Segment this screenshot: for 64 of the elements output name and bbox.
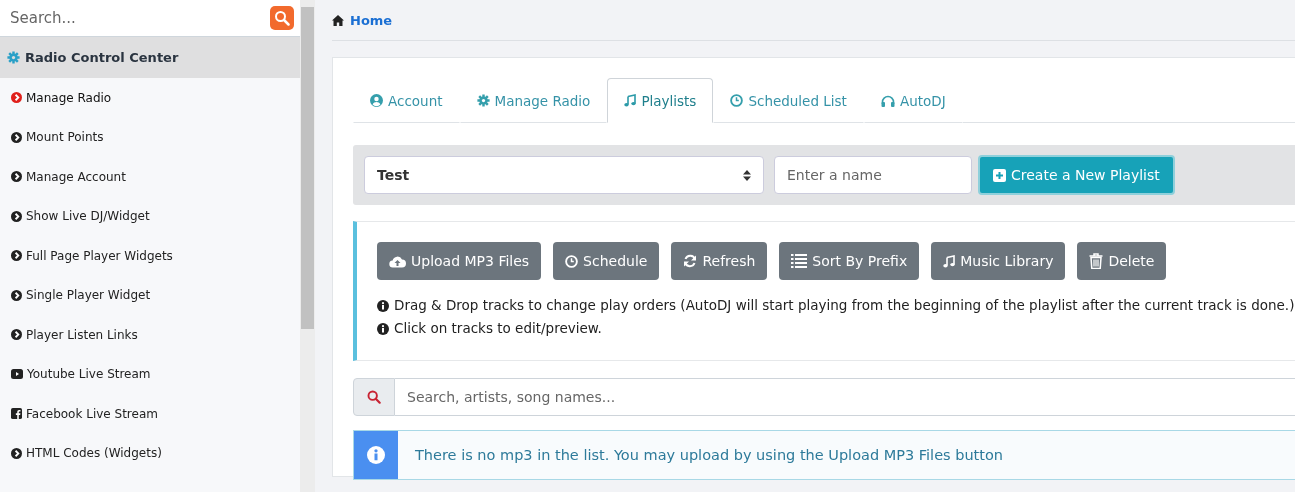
tab[interactable]: Scheduled List xyxy=(713,78,864,123)
action-button[interactable]: Refresh xyxy=(671,242,768,280)
sidebar-item[interactable]: Youtube Live Stream xyxy=(0,354,300,394)
cloud-upload-icon xyxy=(389,254,406,268)
sidebar-item[interactable]: Manage Account xyxy=(0,157,300,197)
clock-icon xyxy=(730,94,744,107)
sidebar-item[interactable]: Show Live DJ/Widget xyxy=(0,196,300,236)
user-icon xyxy=(370,94,383,107)
action-button[interactable]: Delete xyxy=(1077,242,1167,280)
action-button[interactable]: Music Library xyxy=(931,242,1066,280)
sidebar-item[interactable]: Facebook Live Stream xyxy=(0,394,300,434)
sidebar-item[interactable]: Single Player Widget xyxy=(0,275,300,315)
action-button[interactable]: Upload MP3 Files xyxy=(377,242,542,280)
music-note-icon xyxy=(624,94,637,107)
search-icon xyxy=(367,390,381,404)
facebook-icon xyxy=(11,408,22,420)
tab[interactable]: AutoDJ xyxy=(863,78,963,123)
search-field[interactable]: Search... xyxy=(8,8,270,28)
chevron-icon xyxy=(11,92,22,104)
home-icon xyxy=(332,14,344,26)
scrollbar-thumb[interactable] xyxy=(301,7,314,329)
track-search-field[interactable]: Search, artists, song names... xyxy=(395,378,1295,416)
search-bar[interactable]: Search... xyxy=(0,0,300,37)
headphones-icon xyxy=(880,94,895,107)
action-button[interactable]: Schedule xyxy=(553,242,660,280)
alert-message: There is no mp3 in the list. You may upload by using the Upload MP3 Files button xyxy=(414,446,1004,465)
chevron-icon xyxy=(11,131,22,143)
action-button[interactable]: Sort By Prefix xyxy=(779,242,920,280)
sort-caret-icon xyxy=(743,169,751,181)
search-button[interactable] xyxy=(270,6,294,30)
gear-icon xyxy=(7,51,20,64)
plus-square-icon xyxy=(993,168,1006,182)
clock-icon xyxy=(565,254,579,268)
chevron-icon xyxy=(11,289,22,301)
chevron-icon xyxy=(11,447,22,459)
playlist-select[interactable]: Test xyxy=(364,156,764,194)
chevron-icon xyxy=(11,210,22,222)
trash-icon xyxy=(1089,253,1104,269)
info-icon xyxy=(367,446,385,464)
info-icon xyxy=(377,322,389,335)
sidebar-item[interactable]: Player Listen Links xyxy=(0,315,300,355)
tab[interactable]: Playlists xyxy=(607,78,714,123)
numbered-list-icon xyxy=(791,254,808,268)
create-playlist-button[interactable]: Create a New Playlist xyxy=(978,155,1175,195)
breadcrumb-link[interactable]: Home xyxy=(350,12,393,28)
refresh-icon xyxy=(683,254,698,268)
scrollbar[interactable] xyxy=(300,0,315,492)
sidebar-item[interactable]: HTML Codes (Widgets) xyxy=(0,433,300,473)
tab[interactable]: Account xyxy=(353,78,460,123)
note-text: Drag & Drop tracks to change play orders (AutoDJ will start playing from the beginning of the playlist after the current track is done.) xyxy=(394,296,1295,315)
chevron-icon xyxy=(11,250,22,262)
music-note-icon xyxy=(943,254,956,268)
note-text: Click on tracks to edit/preview. xyxy=(394,319,602,338)
sidebar-item[interactable]: Manage Radio xyxy=(0,78,300,118)
chevron-icon xyxy=(11,171,22,183)
chevron-icon xyxy=(11,329,22,341)
sidebar-item[interactable]: Mount Points xyxy=(0,117,300,157)
info-icon xyxy=(377,299,389,312)
search-icon xyxy=(274,10,290,26)
sidebar-title: Radio Control Center xyxy=(25,50,179,65)
sidebar-item[interactable]: Full Page Player Widgets xyxy=(0,236,300,276)
playlist-name-field[interactable]: Enter a name xyxy=(774,156,972,194)
gear-icon xyxy=(476,94,490,107)
video-play-icon xyxy=(11,369,23,380)
